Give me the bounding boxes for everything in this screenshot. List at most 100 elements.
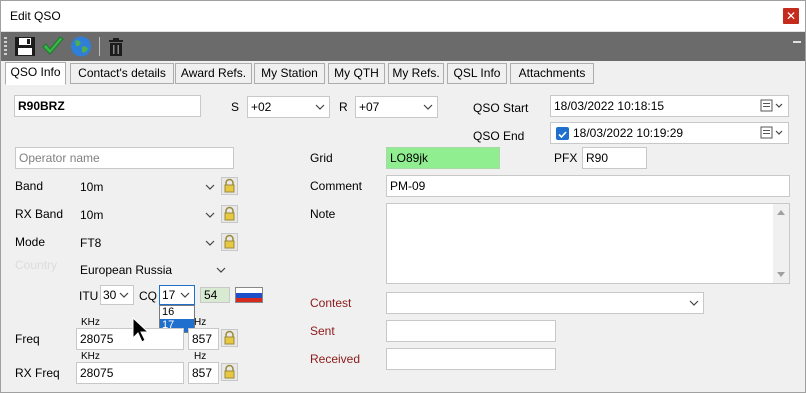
tab-contacts-details[interactable]: Contact's details	[70, 63, 174, 84]
checkmark-icon	[558, 131, 567, 139]
rx-freq-khz-input[interactable]: 28075	[76, 362, 184, 384]
qso-end-checkbox[interactable]	[556, 127, 569, 140]
contest-select[interactable]	[386, 292, 704, 314]
received-input[interactable]	[386, 348, 556, 370]
callsign-input[interactable]: R90BRZ	[14, 95, 201, 117]
s-report-value: +02	[251, 100, 272, 114]
country-value: European Russia	[80, 263, 173, 277]
note-label: Note	[310, 207, 336, 221]
mode-label: Mode	[15, 235, 46, 249]
scroll-up-icon[interactable]	[777, 209, 785, 215]
chevron-down-icon	[205, 184, 215, 190]
cq-option-16[interactable]: 16	[160, 306, 194, 319]
chevron-down-icon	[423, 104, 433, 110]
freq-label: Freq	[15, 332, 40, 346]
tab-my-refs[interactable]: My Refs.	[388, 63, 444, 84]
tab-my-station[interactable]: My Station	[254, 63, 325, 84]
mouse-cursor-icon	[132, 317, 150, 343]
freq-hz-input[interactable]: 857	[188, 328, 219, 350]
qso-info-panel: R90BRZ S +02 R +07 QSO Start 18/03/2022 …	[5, 85, 803, 390]
grid-input[interactable]: LO89jk	[386, 147, 500, 169]
contest-label: Contest	[310, 296, 352, 310]
freq-lock-icon[interactable]	[221, 329, 238, 347]
globe-icon[interactable]	[69, 35, 93, 58]
s-report-select[interactable]: +02	[247, 96, 330, 118]
title-bar: Edit QSO ✕	[1, 1, 805, 32]
itu-select[interactable]: 30	[100, 285, 134, 305]
close-button[interactable]: ✕	[783, 8, 799, 24]
mode-lock-icon[interactable]	[221, 233, 238, 251]
qso-start-value: 18/03/2022 10:18:15	[554, 99, 665, 113]
chevron-down-icon	[205, 240, 215, 246]
rx-freq-lock-icon[interactable]	[221, 363, 238, 381]
rx-band-value: 10m	[80, 208, 104, 222]
rx-freq-label: RX Freq	[15, 366, 60, 380]
itu-value: 30	[103, 288, 117, 302]
cq-label: CQ	[139, 289, 157, 303]
save-icon[interactable]	[13, 35, 37, 58]
qso-start-datetime[interactable]: 18/03/2022 10:18:15	[550, 95, 789, 117]
mode-select[interactable]: FT8	[76, 232, 220, 254]
tab-my-qth[interactable]: My QTH	[328, 63, 385, 84]
qso-end-datetime[interactable]: 18/03/2022 10:19:29	[550, 122, 789, 144]
rx-freq-khz-unit: KHz	[81, 351, 100, 362]
toolbar-collapse-icon[interactable]	[793, 41, 801, 43]
note-textarea[interactable]	[386, 203, 790, 284]
window-title: Edit QSO	[10, 9, 61, 23]
chevron-down-icon	[315, 104, 325, 110]
mode-value: FT8	[80, 236, 102, 250]
trash-icon[interactable]	[104, 35, 128, 58]
rx-freq-hz-input[interactable]: 857	[188, 362, 219, 384]
comment-input[interactable]: PM-09	[386, 175, 790, 197]
r-report-value: +07	[359, 100, 380, 114]
scroll-down-icon[interactable]	[777, 272, 785, 278]
toolbar	[1, 32, 805, 61]
itu-label: ITU	[79, 289, 99, 303]
note-scrollbar[interactable]	[773, 204, 789, 283]
r-label: R	[339, 100, 348, 114]
pfx-label: PFX	[554, 151, 578, 165]
rx-band-label: RX Band	[15, 207, 64, 221]
freq-khz-unit: KHz	[81, 317, 100, 328]
chevron-down-icon	[205, 212, 215, 218]
qso-start-label: QSO Start	[473, 101, 529, 115]
tab-qsl-info[interactable]: QSL Info	[447, 63, 507, 84]
freq-khz-input[interactable]: 28075	[76, 328, 184, 350]
rx-freq-hz-unit: Hz	[194, 351, 207, 362]
rx-band-select[interactable]: 10m	[76, 204, 220, 226]
rx-band-lock-icon[interactable]	[221, 205, 238, 223]
r-report-select[interactable]: +07	[355, 96, 438, 118]
cq-value: 17	[162, 288, 176, 302]
russia-flag-icon	[235, 287, 263, 303]
country-label: Country	[15, 258, 58, 272]
calendar-icon[interactable]	[759, 99, 785, 113]
freq-hz-unit: Hz	[194, 317, 207, 328]
tab-award-refs[interactable]: Award Refs.	[175, 63, 252, 84]
cq-select[interactable]: 17	[159, 285, 195, 305]
check-icon[interactable]	[41, 35, 65, 58]
received-label: Received	[310, 352, 361, 366]
band-select[interactable]: 10m	[76, 176, 220, 198]
toolbar-grip[interactable]	[4, 37, 7, 57]
chevron-down-icon	[216, 267, 226, 273]
edit-qso-window: Edit QSO ✕ QSO Info Contact's details Aw…	[0, 0, 806, 393]
band-lock-icon[interactable]	[221, 177, 238, 195]
band-label: Band	[15, 179, 44, 193]
comment-label: Comment	[310, 179, 363, 193]
tab-attachments[interactable]: Attachments	[510, 63, 594, 84]
pfx-input[interactable]: R90	[582, 147, 647, 169]
country-select[interactable]: European Russia	[76, 259, 231, 281]
dxcc-field: 54	[200, 287, 230, 303]
sent-label: Sent	[310, 324, 335, 338]
qso-end-value: 18/03/2022 10:19:29	[573, 126, 684, 140]
chevron-down-icon	[119, 292, 129, 298]
grid-label: Grid	[310, 151, 333, 165]
toolbar-separator	[99, 37, 100, 56]
s-label: S	[231, 100, 240, 114]
calendar-icon[interactable]	[759, 126, 785, 140]
tab-qso-info[interactable]: QSO Info	[5, 62, 66, 85]
operator-name-input[interactable]: Operator name	[15, 147, 234, 169]
sent-input[interactable]	[386, 320, 556, 342]
band-value: 10m	[80, 180, 104, 194]
chevron-down-icon	[180, 292, 190, 298]
